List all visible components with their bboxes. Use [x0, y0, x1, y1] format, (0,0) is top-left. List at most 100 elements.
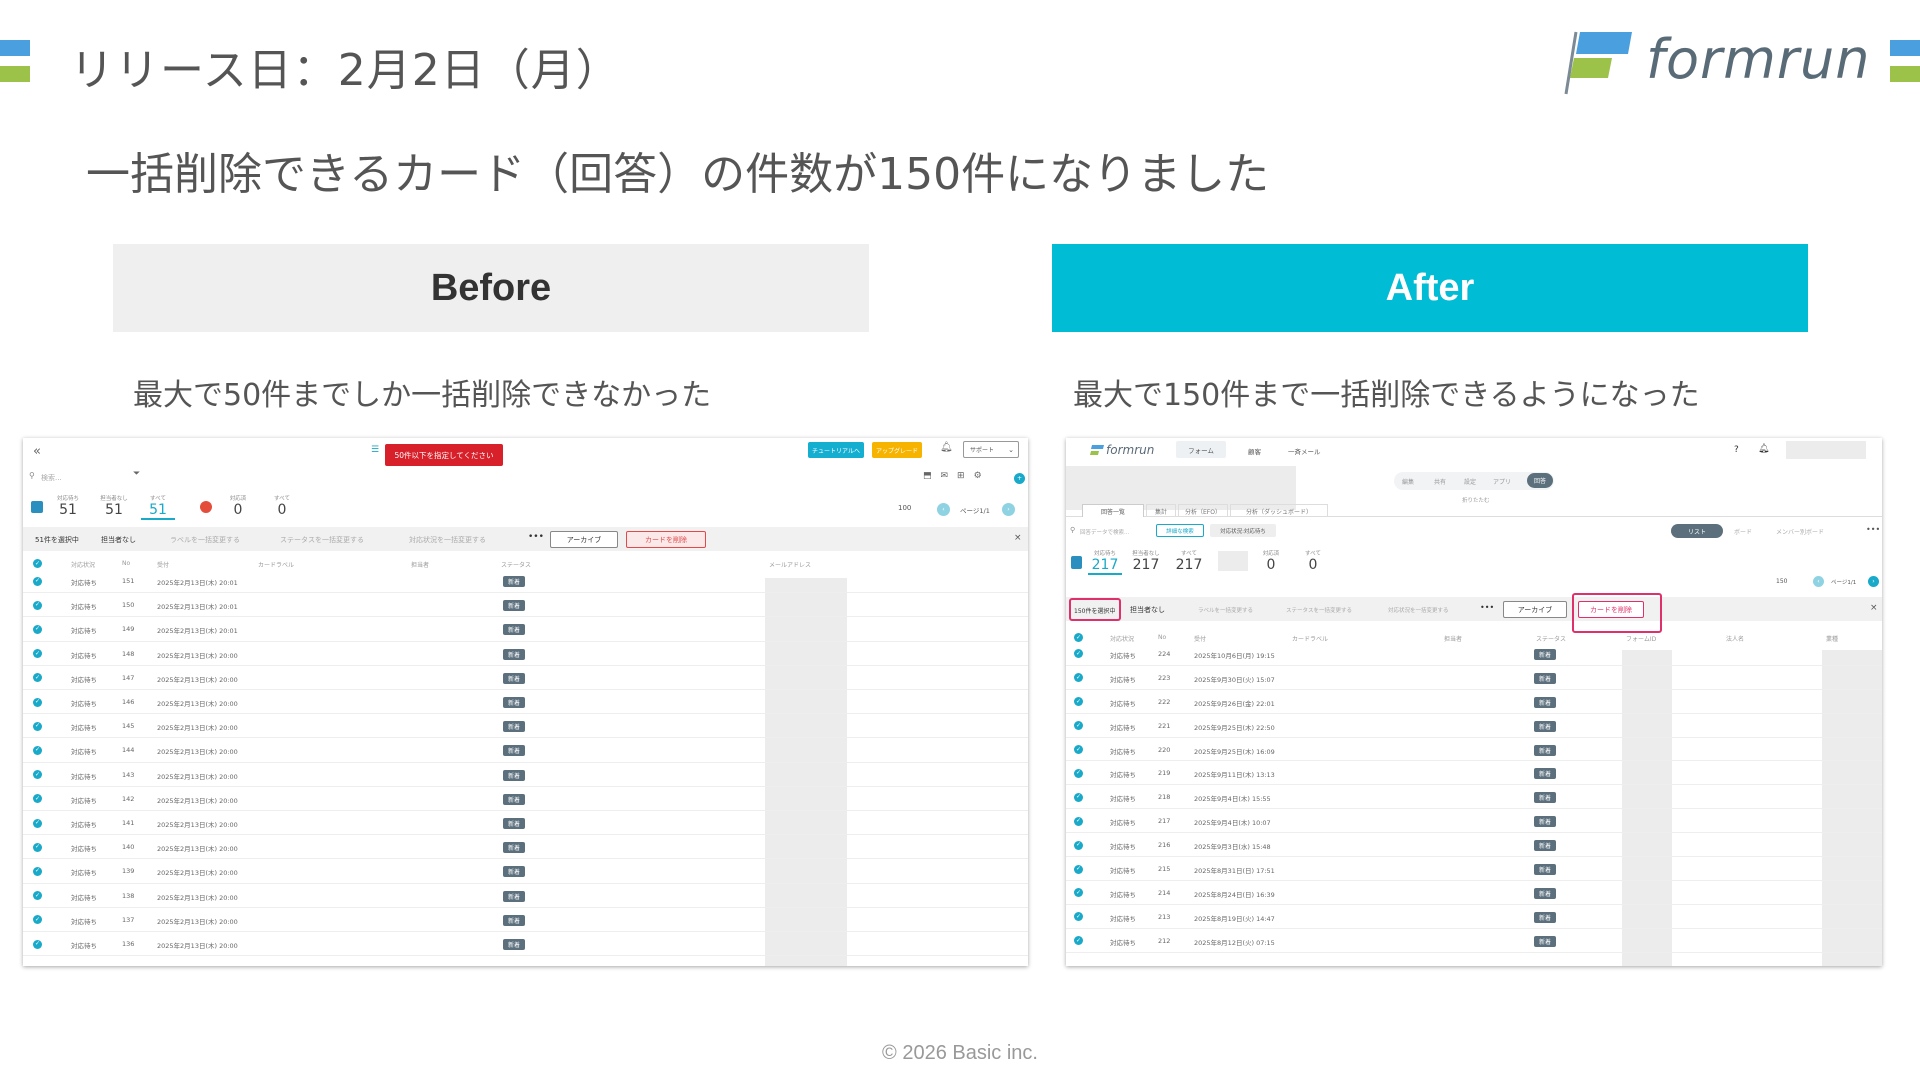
table-row[interactable]: ✓ 対応待ち 143 2025年2月13日(木) 20:00 新着	[23, 763, 1028, 787]
handler-bulk-dropdown[interactable]: 対応状況を一括変更する	[409, 535, 486, 545]
close-icon[interactable]: ×	[1014, 533, 1022, 543]
bell-icon-after[interactable]: 🔔︎	[1758, 444, 1769, 454]
view-tab-summary[interactable]: 集計	[1146, 504, 1176, 517]
table-row[interactable]: ✓ 対応待ち 146 2025年2月13日(木) 20:00 新着	[23, 690, 1028, 715]
count-waiting-after[interactable]: 対応待ち 217	[1088, 551, 1122, 575]
prev-page-icon-after[interactable]: ‹	[1813, 576, 1824, 587]
label-bulk-dropdown[interactable]: ラベルを一括変更する	[170, 535, 240, 545]
row-checkbox[interactable]: ✓	[33, 624, 42, 634]
row-checkbox[interactable]: ✓	[33, 721, 42, 731]
row-checkbox[interactable]: ✓	[33, 891, 42, 901]
row-checkbox[interactable]: ✓	[1074, 936, 1083, 946]
list-icon[interactable]: ☰	[371, 445, 379, 455]
row-checkbox[interactable]: ✓	[1074, 888, 1083, 898]
table-row[interactable]: ✓ 対応待ち 216 2025年9月3日(水) 15:48 新着	[1066, 833, 1882, 858]
count-all-after[interactable]: すべて 217	[1172, 551, 1206, 573]
table-row[interactable]: ✓ 対応待ち 219 2025年9月11日(木) 13:13 新着	[1066, 762, 1882, 786]
bell-icon[interactable]: 🔔︎	[940, 442, 953, 453]
table-row[interactable]: ✓ 対応待ち 221 2025年9月25日(木) 22:50 新着	[1066, 714, 1882, 738]
filter-icon[interactable]: ⏷	[133, 469, 140, 479]
sub-tab-responses[interactable]: 回答	[1527, 473, 1553, 488]
row-checkbox[interactable]: ✓	[33, 842, 42, 852]
filter-chip[interactable]: 対応状況:対応待ち	[1210, 524, 1276, 537]
column-header[interactable]: カードラベル	[258, 560, 294, 569]
row-checkbox[interactable]: ✓	[33, 915, 42, 925]
tutorial-button[interactable]: チュートリアルへ	[808, 442, 864, 458]
delete-button[interactable]: カードを削除	[626, 531, 706, 548]
row-checkbox[interactable]: ✓	[33, 697, 42, 707]
search-input-after[interactable]: 回答データで検索...	[1080, 528, 1129, 536]
nav-tab-form[interactable]: フォーム	[1176, 441, 1226, 458]
collapse-link[interactable]: 折りたたむ	[1462, 496, 1490, 504]
row-checkbox[interactable]: ✓	[1074, 816, 1083, 826]
column-header[interactable]: No	[1158, 634, 1166, 641]
row-checkbox[interactable]: ✓	[1074, 673, 1083, 683]
table-row[interactable]: ✓ 対応待ち 137 2025年2月13日(木) 20:00 新着	[23, 908, 1028, 932]
more-icon[interactable]: •••	[528, 532, 544, 542]
count-unassigned[interactable]: 担当者なし 51	[97, 496, 131, 518]
column-header[interactable]: 対応状況	[71, 560, 95, 569]
row-checkbox[interactable]: ✓	[1074, 745, 1083, 755]
row-checkbox[interactable]: ✓	[1074, 721, 1083, 731]
table-row[interactable]: ✓ 対応待ち 147 2025年2月13日(木) 20:00 新着	[23, 666, 1028, 690]
view-mode-board[interactable]: ボード	[1734, 527, 1752, 536]
row-checkbox[interactable]: ✓	[1074, 697, 1083, 707]
table-row[interactable]: ✓ 対応待ち 149 2025年2月13日(木) 20:01 新着	[23, 617, 1028, 642]
table-row[interactable]: ✓ 対応待ち 148 2025年2月13日(木) 20:00 新着	[23, 642, 1028, 666]
sub-tab-share[interactable]: 共有	[1434, 477, 1446, 486]
sub-tab-edit[interactable]: 編集	[1402, 477, 1414, 486]
column-header[interactable]: ステータス	[501, 560, 531, 569]
nav-tab-customer[interactable]: 顧客	[1248, 446, 1261, 456]
row-checkbox[interactable]: ✓	[33, 794, 42, 804]
handler-bulk-dropdown-after[interactable]: 対応状況を一括変更する	[1388, 606, 1449, 614]
prev-page-icon[interactable]: ‹	[937, 503, 950, 516]
more-icon-bulk-after[interactable]: •••	[1480, 603, 1494, 612]
support-select[interactable]: サポート ⌄	[963, 441, 1019, 458]
row-checkbox[interactable]: ✓	[1074, 840, 1083, 850]
per-page-select[interactable]: 100	[898, 504, 911, 512]
row-checkbox[interactable]: ✓	[1074, 649, 1083, 659]
table-row[interactable]: ✓ 対応待ち 139 2025年2月13日(木) 20:00 新着	[23, 859, 1028, 884]
table-row[interactable]: ✓ 対応待ち 223 2025年9月30日(火) 15:07 新着	[1066, 666, 1882, 690]
select-all-checkbox[interactable]: ✓	[33, 559, 42, 568]
assignee-none-dropdown-after[interactable]: 担当者なし	[1130, 605, 1165, 615]
table-row[interactable]: ✓ 対応待ち 214 2025年8月24日(日) 16:39 新着	[1066, 881, 1882, 905]
table-row[interactable]: ✓ 対応待ち 218 2025年9月4日(木) 15:55 新着	[1066, 785, 1882, 810]
table-row[interactable]: ✓ 対応待ち 136 2025年2月13日(木) 20:00 新着	[23, 932, 1028, 957]
view-mode-member-board[interactable]: メンバー別ボード	[1776, 527, 1824, 536]
status-bulk-dropdown-after[interactable]: ステータスを一括変更する	[1286, 606, 1352, 614]
table-row[interactable]: ✓ 対応待ち 213 2025年8月19日(火) 14:47 新着	[1066, 905, 1882, 929]
table-row[interactable]: ✓ 対応待ち 142 2025年2月13日(木) 20:00 新着	[23, 787, 1028, 811]
sub-tab-apps[interactable]: アプリ	[1493, 477, 1511, 486]
row-checkbox[interactable]: ✓	[1074, 792, 1083, 802]
table-row[interactable]: ✓ 対応待ち 222 2025年9月26日(金) 22:01 新着	[1066, 690, 1882, 714]
view-tab-list[interactable]: 回答一覧	[1082, 504, 1144, 517]
view-tab-dashboard[interactable]: 分析（ダッシュボード）	[1230, 504, 1328, 517]
row-checkbox[interactable]: ✓	[33, 939, 42, 949]
more-icon-after[interactable]: •••	[1866, 525, 1880, 534]
select-all-checkbox[interactable]: ✓	[1074, 633, 1083, 642]
collapse-icon[interactable]: «	[33, 444, 41, 459]
table-row[interactable]: ✓ 対応待ち 220 2025年9月25日(木) 16:09 新着	[1066, 738, 1882, 762]
archive-button[interactable]: アーカイブ	[550, 531, 618, 548]
row-checkbox[interactable]: ✓	[33, 649, 42, 659]
upgrade-button[interactable]: アップグレード	[872, 442, 922, 458]
next-page-icon-after[interactable]: ›	[1868, 576, 1879, 587]
row-checkbox[interactable]: ✓	[33, 600, 42, 610]
table-row[interactable]: ✓ 対応待ち 144 2025年2月13日(木) 20:00 新着	[23, 738, 1028, 763]
table-row[interactable]: ✓ 対応待ち 224 2025年10月6日(月) 19:15 新着	[1066, 642, 1882, 666]
table-row[interactable]: ✓ 対応待ち 140 2025年2月13日(木) 20:00 新着	[23, 835, 1028, 860]
table-row[interactable]: ✓ 対応待ち 212 2025年8月12日(火) 07:15 新着	[1066, 929, 1882, 953]
nav-tab-mail[interactable]: 一斉メール	[1288, 446, 1321, 456]
close-icon-after[interactable]: ×	[1870, 603, 1878, 613]
count-all-2[interactable]: すべて 0	[267, 496, 297, 518]
row-checkbox[interactable]: ✓	[1074, 912, 1083, 922]
column-header[interactable]: メールアドレス	[769, 560, 811, 569]
help-icon[interactable]: ?	[1734, 445, 1739, 455]
status-bulk-dropdown[interactable]: ステータスを一括変更する	[280, 535, 364, 545]
column-header[interactable]: No	[122, 560, 130, 567]
table-row[interactable]: ✓ 対応待ち 215 2025年8月31日(日) 17:51 新着	[1066, 857, 1882, 881]
sub-tab-settings[interactable]: 設定	[1464, 477, 1476, 486]
row-checkbox[interactable]: ✓	[1074, 768, 1083, 778]
view-tab-efo[interactable]: 分析（EFO）	[1178, 504, 1228, 517]
